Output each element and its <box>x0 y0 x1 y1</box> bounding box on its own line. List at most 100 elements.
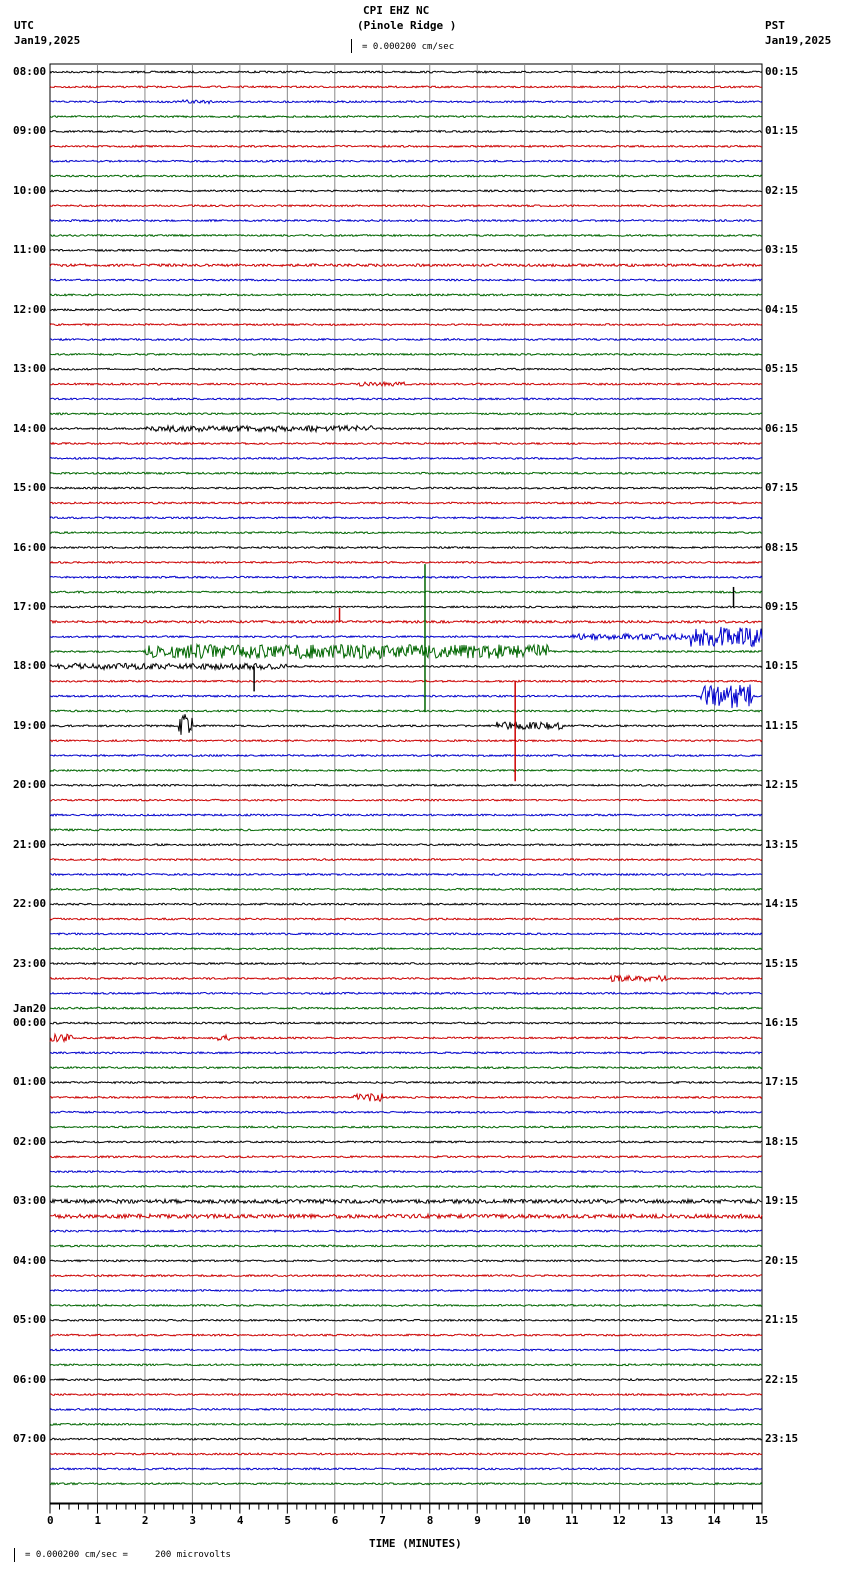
pst-hour-label: 01:15 <box>765 124 799 138</box>
seismic-trace <box>49 293 763 297</box>
x-tick-label: 10 <box>517 1513 531 1527</box>
seismic-trace <box>49 991 763 996</box>
seismic-trace <box>49 262 763 268</box>
x-tick-label: 4 <box>236 1513 244 1527</box>
seismic-trace <box>49 798 763 802</box>
x-tick-label: 12 <box>612 1513 626 1527</box>
seismic-trace <box>49 1006 763 1011</box>
seismic-trace <box>49 1452 763 1456</box>
seismic-trace <box>50 397 763 401</box>
pst-hour-label: 13:15 <box>765 837 799 851</box>
helicorder-chart: CPI EHZ NC (Pinole Ridge ) UTC Jan19,202… <box>0 0 850 1584</box>
utc-hour-label: 10:00 <box>13 183 47 197</box>
seismic-trace <box>49 1348 763 1352</box>
pst-hour-label: 17:15 <box>765 1075 799 1089</box>
seismic-trace <box>49 1229 763 1234</box>
utc-hour-label: 06:00 <box>13 1372 47 1386</box>
seismogram-plot <box>49 63 763 1514</box>
seismic-trace <box>49 1392 763 1397</box>
x-tick-label: 13 <box>660 1513 674 1527</box>
seismic-trace <box>49 684 763 709</box>
pst-hour-label: 06:15 <box>765 421 799 435</box>
seismic-trace <box>49 1169 763 1174</box>
seismic-trace <box>49 337 763 342</box>
utc-hour-label: 15:00 <box>13 481 47 495</box>
seismic-trace <box>49 1258 763 1263</box>
pst-hour-label: 16:15 <box>765 1016 799 1030</box>
utc-hour-label: 04:00 <box>13 1253 47 1267</box>
pst-hour-label: 14:15 <box>765 897 799 911</box>
seismic-trace <box>49 1110 763 1115</box>
utc-hour-label: 20:00 <box>13 778 47 792</box>
seismic-trace <box>49 307 762 312</box>
seismic-trace <box>49 1065 763 1070</box>
seismic-trace <box>49 857 763 862</box>
seismic-trace <box>50 1092 763 1103</box>
seismic-trace <box>49 471 762 475</box>
seismic-trace <box>50 1184 763 1189</box>
utc-hour-label: 09:00 <box>13 124 47 138</box>
seismic-trace <box>50 1080 763 1085</box>
seismic-trace <box>49 679 763 684</box>
seismic-trace <box>50 590 763 594</box>
seismic-trace <box>49 932 763 936</box>
x-tick-label: 5 <box>284 1513 291 1527</box>
seismic-trace <box>49 1154 763 1159</box>
x-tick-label: 15 <box>755 1513 769 1527</box>
seismic-trace <box>49 974 763 983</box>
seismic-trace <box>49 1318 763 1323</box>
date-change-label: Jan20 <box>13 1002 47 1016</box>
utc-hour-label: 13:00 <box>13 362 47 376</box>
seismic-trace <box>49 1050 763 1055</box>
seismic-trace <box>49 456 763 461</box>
seismic-trace <box>49 486 763 491</box>
pst-hour-label: 21:15 <box>765 1313 799 1327</box>
pst-hour-label: 19:15 <box>765 1194 799 1208</box>
seismic-trace <box>49 380 763 388</box>
seismic-trace <box>49 961 763 966</box>
seismic-trace <box>49 114 763 119</box>
seismic-trace <box>49 144 763 149</box>
seismic-trace <box>49 85 763 89</box>
seismic-trace <box>49 545 763 550</box>
x-tick-label: 6 <box>331 1513 339 1527</box>
utc-hour-label: 23:00 <box>13 956 47 970</box>
utc-hour-label: 19:00 <box>13 718 47 732</box>
pst-hour-label: 02:15 <box>765 183 799 197</box>
seismic-trace <box>49 530 763 535</box>
seismic-trace <box>49 709 763 713</box>
pst-hour-label: 03:15 <box>765 243 799 257</box>
seismic-trace <box>49 1244 763 1248</box>
pst-hour-label: 23:15 <box>765 1432 799 1446</box>
seismic-trace <box>49 248 763 253</box>
seismic-trace <box>49 1288 763 1293</box>
seismic-trace <box>49 1212 763 1220</box>
seismic-trace <box>49 218 763 223</box>
pst-hour-label: 08:15 <box>765 540 799 554</box>
pst-hour-label: 18:15 <box>765 1134 799 1148</box>
seismic-trace <box>49 738 763 743</box>
x-tick-label: 11 <box>565 1513 579 1527</box>
seismic-trace <box>49 1363 763 1367</box>
seismic-trace <box>49 1197 763 1205</box>
x-tick-label: 7 <box>379 1513 386 1527</box>
utc-hour-label: 12:00 <box>13 302 47 316</box>
pst-hour-label: 10:15 <box>765 659 799 673</box>
seismic-trace <box>49 515 763 520</box>
pst-hour-label: 11:15 <box>765 718 799 732</box>
x-tick-label: 9 <box>474 1513 481 1527</box>
utc-hour-label: 11:00 <box>13 243 47 257</box>
seismic-trace <box>49 768 763 773</box>
seismic-trace <box>49 1467 763 1471</box>
x-tick-label: 2 <box>141 1513 149 1527</box>
seismic-trace <box>49 322 763 327</box>
pst-hour-label: 09:15 <box>765 599 799 613</box>
seismic-trace <box>49 902 763 906</box>
seismic-trace <box>49 753 763 758</box>
seismic-trace <box>49 1273 763 1278</box>
pst-hour-label: 05:15 <box>765 362 799 376</box>
seismic-trace <box>49 423 763 434</box>
utc-hour-label: 14:00 <box>13 421 47 435</box>
seismic-trace <box>49 1333 763 1337</box>
utc-hour-label: 00:00 <box>13 1016 47 1030</box>
